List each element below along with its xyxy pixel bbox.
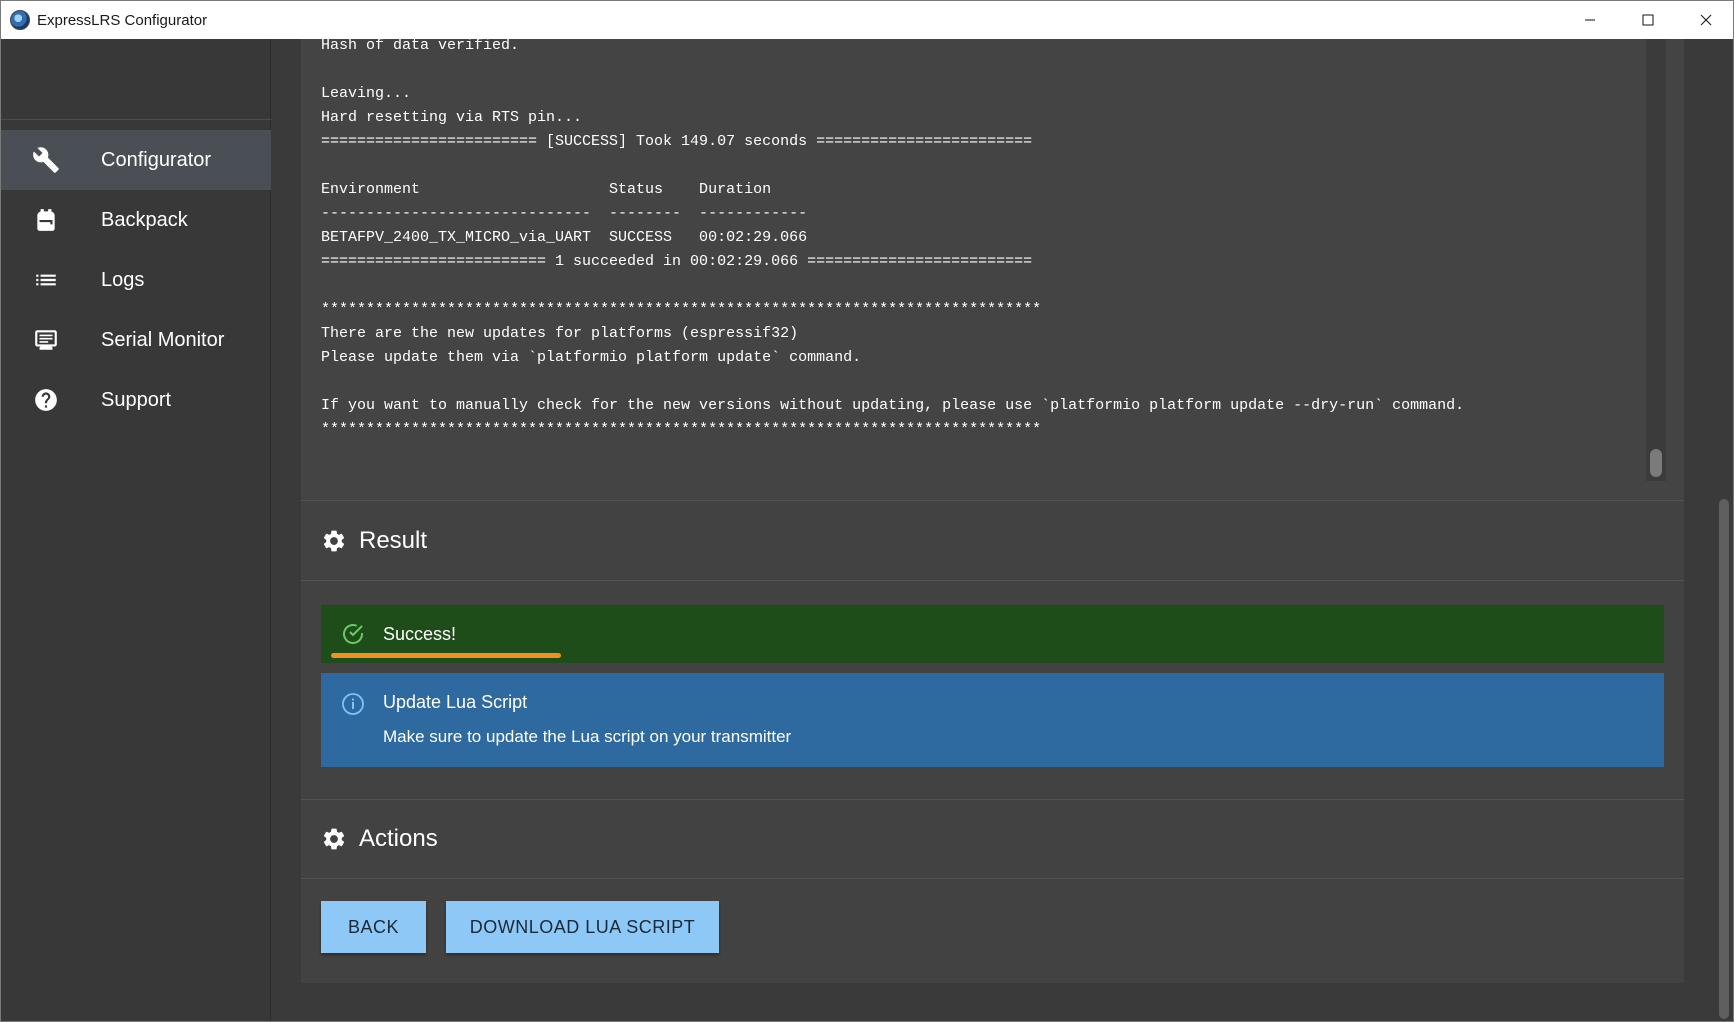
- page-scrollbar[interactable]: [1715, 39, 1733, 1021]
- sidebar-item-label: Backpack: [101, 208, 188, 231]
- sidebar: Configurator Backpack Logs Serial Monito…: [1, 39, 271, 1021]
- success-alert: Success!: [321, 605, 1664, 663]
- console-line: ========================= 1 succeeded in…: [321, 253, 1033, 270]
- download-lua-script-button[interactable]: DOWNLOAD LUA SCRIPT: [446, 901, 719, 953]
- wrench-icon: [31, 145, 61, 175]
- sidebar-item-logs[interactable]: Logs: [1, 250, 271, 310]
- page-scrollbar-thumb[interactable]: [1719, 499, 1729, 1019]
- console-scrollbar[interactable]: [1646, 39, 1666, 481]
- monitor-icon: [31, 325, 61, 355]
- gear-icon: [323, 530, 345, 551]
- minimize-button[interactable]: [1561, 1, 1619, 39]
- sidebar-nav: Configurator Backpack Logs Serial Monito…: [1, 130, 271, 430]
- check-circle-icon: [343, 624, 363, 644]
- maximize-button[interactable]: [1619, 1, 1677, 39]
- build-log-console[interactable]: Hash of data verified. Leaving... Hard res…: [301, 39, 1684, 501]
- console-line: There are the new updates for platforms …: [321, 325, 799, 342]
- sidebar-item-serial-monitor[interactable]: Serial Monitor: [1, 310, 271, 370]
- success-message: Success!: [383, 624, 457, 644]
- console-line: ======================== [SUCCESS] Took …: [321, 133, 1033, 150]
- console-line: ****************************************…: [321, 421, 1042, 438]
- console-line: Environment Status Duration: [321, 181, 772, 198]
- list-icon: [31, 265, 61, 295]
- help-icon: [31, 385, 61, 415]
- gear-icon: [323, 828, 345, 850]
- sidebar-item-label: Configurator: [101, 148, 212, 171]
- console-line: Hard resetting via RTS pin...: [321, 109, 583, 126]
- actions-section-header: Actions: [301, 799, 1684, 879]
- actions-heading: Actions: [359, 825, 438, 852]
- info-title: Update Lua Script: [383, 692, 528, 712]
- progress-indicator: [331, 653, 561, 658]
- sidebar-item-configurator[interactable]: Configurator: [1, 130, 271, 190]
- console-line: ****************************************…: [321, 301, 1042, 318]
- sidebar-item-support[interactable]: Support: [1, 370, 271, 430]
- result-heading: Result: [359, 526, 428, 554]
- info-description: Make sure to update the Lua script on yo…: [383, 727, 792, 746]
- back-button[interactable]: BACK: [321, 901, 426, 953]
- console-output: Hash of data verified. Leaving... Hard res…: [321, 39, 1651, 442]
- sidebar-item-label: Logs: [101, 268, 145, 291]
- app-window: ExpressLRS Configurator Configurator Bac…: [0, 0, 1734, 1022]
- close-button[interactable]: [1677, 1, 1733, 39]
- close-icon: [1700, 14, 1712, 26]
- console-line: ------------------------------ -------- …: [321, 205, 808, 222]
- console-line: Please update them via `platformio platf…: [321, 349, 862, 366]
- window-title: ExpressLRS Configurator: [37, 11, 208, 29]
- title-bar: ExpressLRS Configurator: [1, 1, 1733, 39]
- console-line: If you want to manually check for the ne…: [321, 397, 1465, 414]
- info-alert: Update Lua Script Make sure to update th…: [321, 673, 1664, 767]
- maximize-icon: [1642, 14, 1654, 26]
- main-content: Hash of data verified. Leaving... Hard res…: [271, 39, 1733, 1021]
- console-line: Hash of data verified.: [321, 39, 520, 54]
- sidebar-item-backpack[interactable]: Backpack: [1, 190, 271, 250]
- sidebar-item-label: Serial Monitor: [101, 328, 225, 351]
- console-line: BETAFPV_2400_TX_MICRO_via_UART SUCCESS 0…: [321, 229, 808, 246]
- sidebar-item-label: Support: [101, 388, 172, 411]
- info-icon: [342, 693, 364, 715]
- backpack-icon: [31, 205, 61, 235]
- console-scrollbar-thumb[interactable]: [1650, 449, 1662, 477]
- sidebar-divider: [1, 119, 271, 120]
- minimize-icon: [1585, 19, 1595, 21]
- app-logo-icon: [10, 10, 30, 30]
- result-section-header: Result: [301, 501, 1684, 581]
- build-panel: Hash of data verified. Leaving... Hard res…: [301, 39, 1684, 983]
- window-controls: [1561, 1, 1733, 39]
- console-line: Leaving...: [321, 85, 412, 102]
